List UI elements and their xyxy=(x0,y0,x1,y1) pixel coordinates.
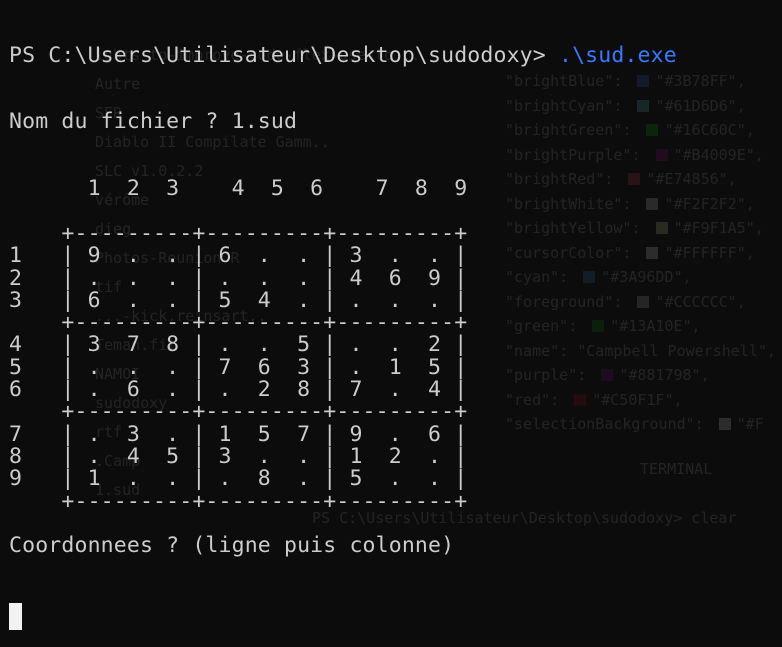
terminal-line: +---------+---------+---------+ xyxy=(9,488,468,514)
terminal-line: 9 | 1 . . | . 8 . | 5 . . | xyxy=(9,466,468,492)
settings-value: "#F9F1A5", xyxy=(673,219,764,237)
cursor-line[interactable] xyxy=(9,602,677,631)
prompt-line: PS C:\Users\Utilisateur\Desktop\sudodoxy… xyxy=(9,42,677,68)
sudoku-grid: 1 2 3 4 5 6 7 8 9 +---------+---------+-… xyxy=(9,178,677,557)
terminal-line: 1 2 3 4 5 6 7 8 9 xyxy=(9,176,468,202)
settings-value: "#B4009E", xyxy=(673,145,764,164)
settings-value: "#FFFFFF", xyxy=(664,243,755,262)
text-cursor xyxy=(9,603,22,631)
terminal-line: 3 | 6 . . | 5 4 . | . . . | xyxy=(9,287,468,313)
terminal-line: 1 | 9 . . | 6 . . | 3 . . | xyxy=(9,243,468,269)
terminal-line: +---------+---------+---------+ xyxy=(9,399,468,425)
terminal-line: 2 | . . . | . . . | 4 6 9 | xyxy=(9,265,468,291)
terminal-line: 6 | . 6 . | . 2 8 | 7 . 4 | xyxy=(9,377,468,403)
terminal-line: 8 | . 4 5 | 3 . . | 1 2 . | xyxy=(9,443,468,469)
terminal-line: +---------+---------+---------+ xyxy=(9,310,468,336)
color-swatch-icon xyxy=(718,418,731,430)
terminal-line: 5 | . . . | 7 6 3 | . 1 5 | xyxy=(9,354,468,380)
terminal-line: 4 | 3 7 8 | . . 5 | . . 2 | xyxy=(9,332,468,358)
file-question-line: Nom du fichier ? 1.sud xyxy=(9,109,298,135)
settings-value: "#F xyxy=(736,415,764,433)
settings-value: "#F2F2F2", xyxy=(664,194,755,213)
terminal-output[interactable]: PS C:\Users\Utilisateur\Desktop\sudodoxy… xyxy=(9,0,677,647)
settings-value: "#16C60C", xyxy=(664,121,755,139)
terminal-line: 7 | . 3 . | 1 5 7 | 9 . 6 | xyxy=(9,421,468,447)
terminal-line: +---------+---------+---------+ xyxy=(9,220,468,246)
command-text: .\sud.exe xyxy=(558,42,677,68)
terminal-line: Coordonnees ? (ligne puis colonne) xyxy=(9,533,455,559)
prompt-path: PS C:\Users\Utilisateur\Desktop\sudodoxy… xyxy=(9,42,546,68)
